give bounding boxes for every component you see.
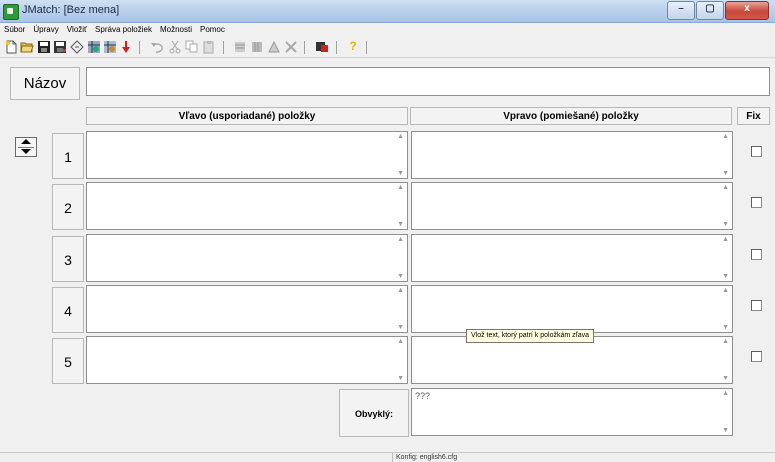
- insert-icon[interactable]: [119, 40, 133, 54]
- menu-vlozit[interactable]: Vložiť: [63, 23, 91, 37]
- scroll-up-icon[interactable]: ▲: [722, 390, 729, 397]
- left-column-header: Vľavo (usporiadané) položky: [86, 107, 408, 125]
- open-folder-icon[interactable]: [20, 40, 34, 54]
- scroll-up-icon[interactable]: ▲: [722, 338, 729, 345]
- left-item-textarea[interactable]: ▲ ▼: [86, 182, 408, 230]
- menu-upravy[interactable]: Úpravy: [29, 23, 62, 37]
- web-page-alt-icon[interactable]: [103, 40, 117, 54]
- scroll-down-icon[interactable]: ▼: [397, 273, 404, 280]
- toolbar-separator: [366, 41, 367, 54]
- menu-bar: Súbor Úpravy Vložiť Správa položiek Možn…: [0, 23, 775, 37]
- fix-checkbox[interactable]: [751, 146, 762, 157]
- toolbar-separator: [139, 41, 140, 54]
- scroll-down-icon[interactable]: ▼: [722, 427, 729, 434]
- format4-icon[interactable]: [284, 40, 298, 54]
- right-item-textarea[interactable]: ▲ ▼: [411, 182, 733, 230]
- row-number: 1: [52, 133, 84, 179]
- undo-icon[interactable]: [150, 40, 164, 54]
- move-up-icon[interactable]: [21, 139, 31, 144]
- scroll-down-icon[interactable]: ▼: [397, 375, 404, 382]
- right-column-header: Vpravo (pomiešané) položky: [410, 107, 732, 125]
- move-up-down-control[interactable]: [15, 137, 37, 157]
- close-icon: x: [744, 3, 750, 14]
- minimize-icon: –: [678, 3, 684, 14]
- fix-checkbox[interactable]: [751, 300, 762, 311]
- scroll-up-icon[interactable]: ▲: [722, 236, 729, 243]
- scroll-up-icon[interactable]: ▲: [397, 133, 404, 140]
- default-label: Obvyklý:: [339, 389, 409, 437]
- scroll-down-icon[interactable]: ▼: [722, 170, 729, 177]
- scroll-down-icon[interactable]: ▼: [722, 273, 729, 280]
- row-number: 2: [52, 184, 84, 230]
- new-file-icon[interactable]: [4, 40, 18, 54]
- help-icon[interactable]: ?: [346, 39, 360, 53]
- format-icon[interactable]: [233, 40, 247, 54]
- fix-checkbox[interactable]: [751, 351, 762, 362]
- fix-checkbox[interactable]: [751, 249, 762, 260]
- window-controls: – ▢ x: [666, 1, 769, 20]
- tooltip: Vlož text, ktorý patrí k položkám zľava: [466, 329, 594, 343]
- format3-icon[interactable]: [267, 40, 281, 54]
- toolbar-separator: [304, 41, 305, 54]
- left-item-textarea[interactable]: ▲ ▼: [86, 131, 408, 179]
- right-item-textarea[interactable]: ▲ ▼: [411, 336, 733, 384]
- minimize-button[interactable]: –: [667, 1, 695, 20]
- export-icon[interactable]: [315, 40, 329, 54]
- scroll-down-icon[interactable]: ▼: [397, 221, 404, 228]
- row-number: 4: [52, 287, 84, 333]
- save-as-icon[interactable]: [53, 40, 67, 54]
- scroll-up-icon[interactable]: ▲: [397, 287, 404, 294]
- scroll-down-icon[interactable]: ▼: [397, 324, 404, 331]
- row-number: 3: [52, 236, 84, 282]
- scroll-up-icon[interactable]: ▲: [397, 184, 404, 191]
- web-page-icon[interactable]: [87, 40, 101, 54]
- right-item-textarea[interactable]: ▲ ▼: [411, 285, 733, 333]
- paste-icon[interactable]: [202, 40, 216, 54]
- close-button[interactable]: x: [725, 1, 769, 20]
- scroll-down-icon[interactable]: ▼: [397, 170, 404, 177]
- scroll-down-icon[interactable]: ▼: [722, 324, 729, 331]
- window-title: JMatch: [Bez mena]: [22, 4, 120, 16]
- default-textarea[interactable]: ??? ▲ ▼: [411, 388, 733, 436]
- title-input[interactable]: [86, 67, 770, 96]
- copy-icon[interactable]: [185, 40, 199, 54]
- title-label: Názov: [10, 67, 80, 100]
- maximize-icon: ▢: [705, 3, 715, 14]
- menu-moznosti[interactable]: Možnosti: [156, 23, 196, 37]
- left-item-textarea[interactable]: ▲ ▼: [86, 336, 408, 384]
- scroll-up-icon[interactable]: ▲: [722, 133, 729, 140]
- scroll-down-icon[interactable]: ▼: [722, 375, 729, 382]
- toolbar-separator: [223, 41, 224, 54]
- left-item-textarea[interactable]: ▲ ▼: [86, 234, 408, 282]
- save-icon[interactable]: [37, 40, 51, 54]
- fix-checkbox[interactable]: [751, 197, 762, 208]
- title-bar: JMatch: [Bez mena] – ▢ x: [0, 0, 775, 23]
- scroll-up-icon[interactable]: ▲: [397, 236, 404, 243]
- row-number: 5: [52, 338, 84, 384]
- format2-icon[interactable]: [250, 40, 264, 54]
- scroll-up-icon[interactable]: ▲: [722, 287, 729, 294]
- app-icon: [3, 4, 19, 20]
- menu-pomoc[interactable]: Pomoc: [196, 23, 229, 37]
- right-item-textarea[interactable]: ▲ ▼: [411, 234, 733, 282]
- default-value: ???: [415, 391, 431, 401]
- right-item-textarea[interactable]: ▲ ▼: [411, 131, 733, 179]
- clear-icon[interactable]: [70, 40, 84, 54]
- scroll-up-icon[interactable]: ▲: [397, 338, 404, 345]
- scroll-down-icon[interactable]: ▼: [722, 221, 729, 228]
- left-item-textarea[interactable]: ▲ ▼: [86, 285, 408, 333]
- toolbar-separator: [336, 41, 337, 54]
- toolbar: ?: [0, 38, 775, 58]
- divider: [18, 147, 34, 148]
- menu-sprava-poloziek[interactable]: Správa položiek: [91, 23, 156, 37]
- fix-column-header: Fix: [737, 107, 770, 125]
- move-down-icon[interactable]: [21, 149, 31, 154]
- menu-subor[interactable]: Súbor: [0, 23, 29, 37]
- maximize-button[interactable]: ▢: [696, 1, 724, 20]
- scroll-up-icon[interactable]: ▲: [722, 184, 729, 191]
- cut-icon[interactable]: [168, 40, 182, 54]
